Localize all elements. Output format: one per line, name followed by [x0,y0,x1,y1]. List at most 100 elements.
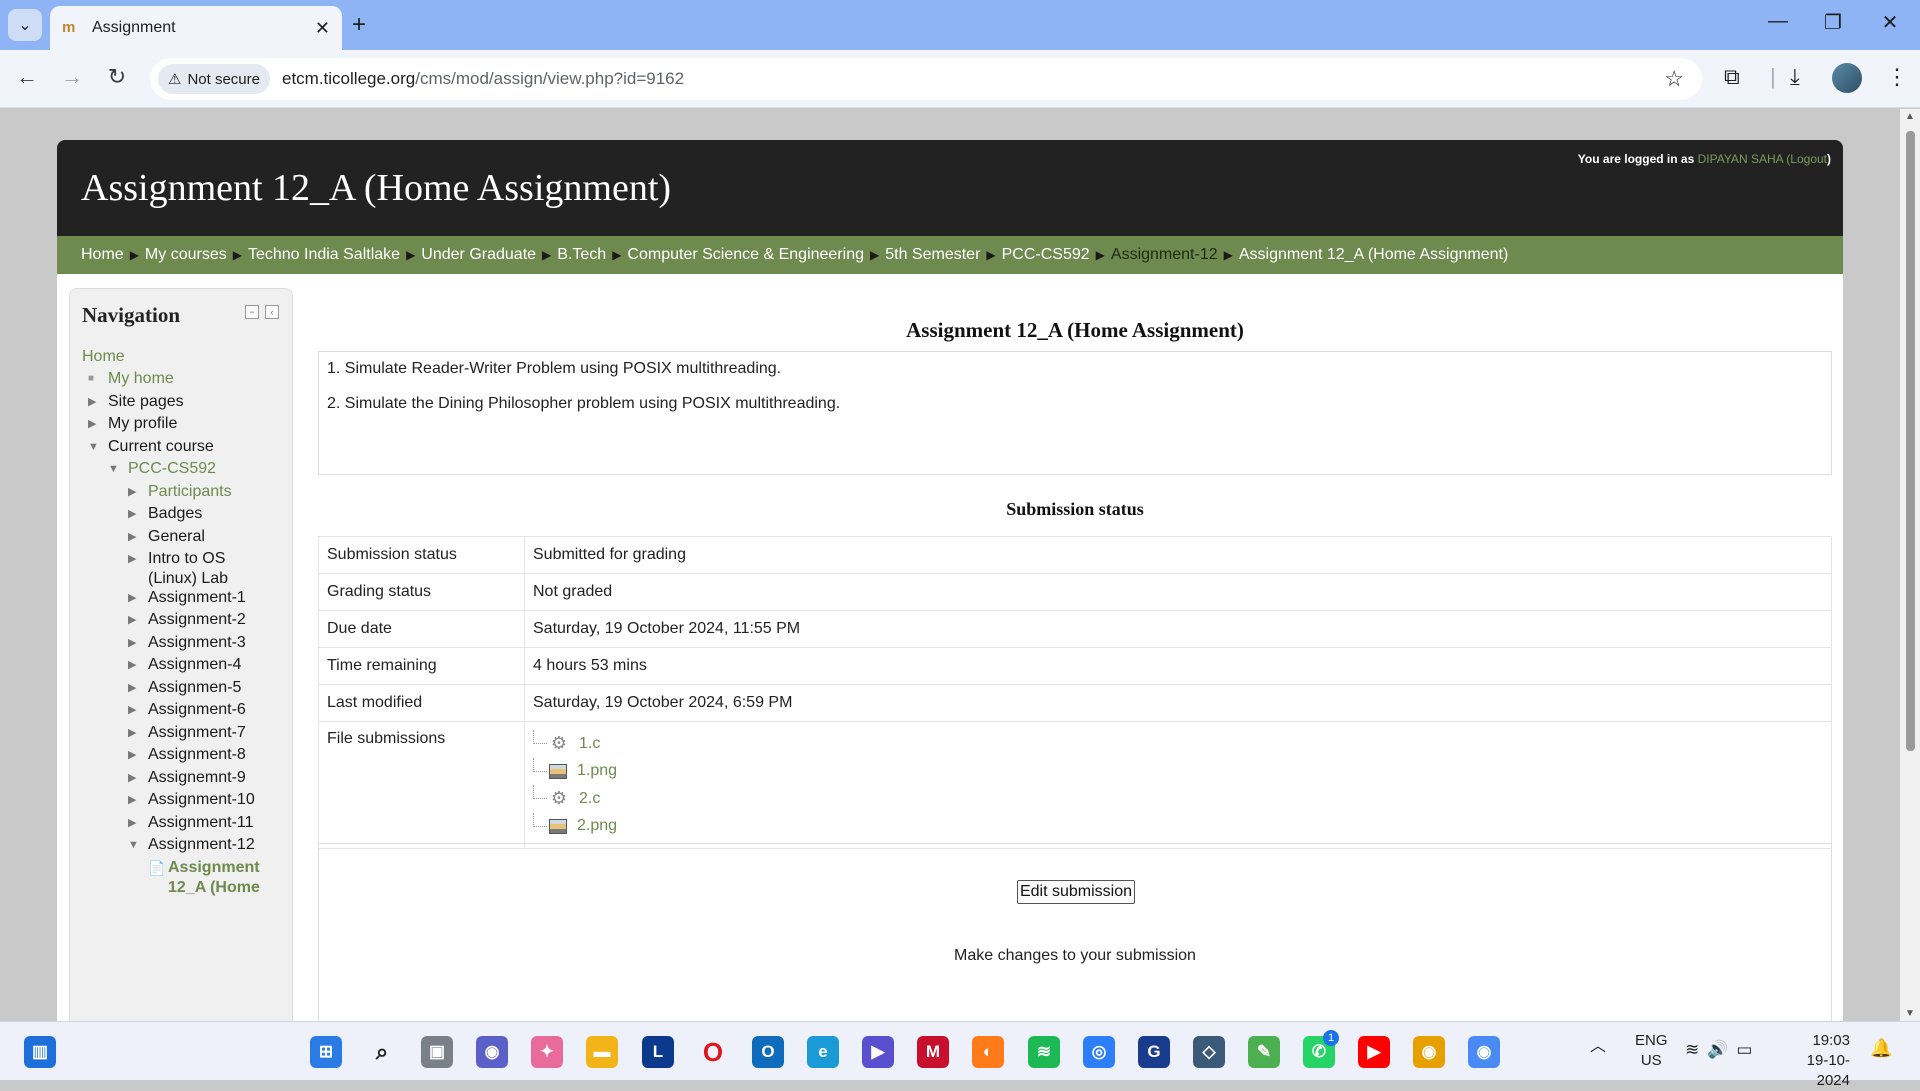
edit-submission-button[interactable]: Edit submission [1017,880,1135,904]
minimize-icon[interactable]: — [1758,10,1798,33]
virtualbox-icon[interactable]: ◇ [1193,1036,1225,1068]
nav-assignment-1-label: Assignment-1 [148,589,246,606]
nav-home[interactable]: Home [82,347,125,367]
row-label: Time remaining [318,647,525,685]
breadcrumb-techno-india[interactable]: Techno India Saltlake [248,246,400,264]
nav-assignment-3[interactable]: ▶ Assignment-3 [128,633,246,653]
mcafee-icon[interactable]: M [917,1036,949,1068]
breadcrumb-my-courses[interactable]: My courses [145,246,227,264]
spotify-icon[interactable]: ≋ [1028,1036,1060,1068]
task-view-icon[interactable]: ▣ [421,1036,453,1068]
breadcrumb-assignment-12[interactable]: Assignment-12 [1111,246,1218,264]
nav-site-pages[interactable]: ▶ Site pages [88,392,184,412]
nav-badges[interactable]: ▶ Badges [128,504,202,524]
nav-my-home[interactable]: ■ My home [88,369,174,389]
back-arrow-icon[interactable]: ← [12,64,42,90]
more-menu-icon[interactable]: ⋮ [1886,64,1908,90]
search-icon[interactable]: ⌕ [366,1036,398,1068]
nav-assignment-5[interactable]: ▶ Assignmen-5 [128,678,241,698]
nav-course-code[interactable]: ▼ PCC-CS592 [108,459,216,479]
breadcrumb-cse[interactable]: Computer Science & Engineering [627,246,864,264]
file-link[interactable]: 2.png [577,817,617,835]
reload-icon[interactable]: ↻ [102,64,132,90]
breadcrumb-course[interactable]: PCC-CS592 [1002,246,1090,264]
chrome-active-icon[interactable]: ◉ [1468,1036,1500,1068]
volume-icon: 🔊 [1707,1040,1737,1059]
show-hidden-icons-chevron-icon[interactable]: ︿ [1590,1032,1606,1056]
start-windows-icon[interactable]: ⊞ [310,1036,342,1068]
page-scrollbar[interactable]: ▲ ▼ [1900,109,1920,1021]
file-explorer-icon[interactable]: ▬ [586,1036,618,1068]
nav-assignment-4-label: Assignmen-4 [148,656,242,673]
opera-icon[interactable]: O [697,1036,729,1068]
nav-assignment-1[interactable]: ▶ Assignment-1 [128,588,246,608]
close-icon[interactable]: ✕ [315,18,330,39]
edge-icon[interactable]: e [807,1036,839,1068]
logout-link[interactable]: Logout [1790,152,1827,166]
table-row: Due date Saturday, 19 October 2024, 11:55… [318,610,1832,648]
widgets-icon[interactable]: ▥ [24,1036,56,1068]
file-link[interactable]: 1.c [579,735,600,753]
nav-current-assignment[interactable]: 📄 Assignment 12_A (Home [148,858,260,898]
firefox-icon[interactable]: ◐ [972,1036,1004,1068]
game-app-icon[interactable]: ✎ [1248,1036,1280,1068]
nav-assignment-2[interactable]: ▶ Assignment-2 [128,610,246,630]
dock-icon[interactable]: ‹ [265,305,279,319]
copilot-icon[interactable]: ✦ [531,1036,563,1068]
scrollbar-thumb[interactable] [1906,131,1915,751]
breadcrumb-under-graduate[interactable]: Under Graduate [421,246,536,264]
outlook-icon[interactable]: O [752,1036,784,1068]
tray-icons[interactable]: ≋🔊▭ [1685,1040,1760,1060]
notification-bell-icon[interactable]: 🔔 [1870,1038,1892,1059]
tab-search-button[interactable]: ⌄ [8,9,42,41]
clock[interactable]: 19:03 19-10-2024 [1780,1031,1850,1091]
restore-icon[interactable]: ❐ [1813,10,1853,35]
collapse-icon[interactable]: − [245,305,259,319]
file-link[interactable]: 2.c [579,790,600,808]
browser-tab[interactable]: m Assignment ✕ [50,6,342,50]
nav-assignment-10[interactable]: ▶ Assignment-10 [128,790,255,810]
l-app-icon[interactable]: L [642,1036,674,1068]
url-text[interactable]: etcm.ticollege.org/cms/mod/assign/view.p… [282,69,684,89]
breadcrumb-separator: ▶ [232,248,242,262]
nav-assignment-6[interactable]: ▶ Assignment-6 [128,700,246,720]
user-name-link[interactable]: DIPAYAN SAHA [1698,152,1783,166]
security-chip[interactable]: ⚠ Not secure [158,64,270,94]
collapse-arrow-icon: ▼ [128,839,139,851]
nav-assignment-8[interactable]: ▶ Assignment-8 [128,745,246,765]
profile-avatar[interactable] [1832,63,1862,93]
extensions-icon[interactable]: ⧉ [1724,64,1740,90]
nav-assignment-7[interactable]: ▶ Assignment-7 [128,723,246,743]
breadcrumb-home[interactable]: Home [81,246,124,264]
nav-general[interactable]: ▶ General [128,527,205,547]
window-close-icon[interactable]: ✕ [1870,10,1910,35]
forward-arrow-icon[interactable]: → [57,64,87,90]
nav-my-profile[interactable]: ▶ My profile [88,414,177,434]
teams-chat-icon[interactable]: ◉ [476,1036,508,1068]
browser-app-icon[interactable]: ◎ [1083,1036,1115,1068]
navigation-heading: Navigation [82,303,181,327]
g-app-icon[interactable]: G [1138,1036,1170,1068]
file-link[interactable]: 1.png [577,762,617,780]
breadcrumb-5th-semester[interactable]: 5th Semester [885,246,980,264]
nav-participants[interactable]: ▶ Participants [128,482,232,502]
scroll-up-icon[interactable]: ▲ [1905,111,1915,122]
new-tab-button[interactable]: + [352,11,366,39]
nav-current-course[interactable]: ▼ Current course [88,437,214,457]
bookmark-star-icon[interactable]: ☆ [1664,66,1684,92]
table-row: Last modified Saturday, 19 October 2024, … [318,684,1832,722]
scroll-down-icon[interactable]: ▼ [1905,1008,1915,1019]
youtube-icon[interactable]: ▶ [1358,1036,1390,1068]
nav-intro-os[interactable]: ▶ Intro to OS (Linux) Lab [128,549,228,589]
address-bar[interactable]: ⚠ Not secure etcm.ticollege.org/cms/mod/… [150,58,1702,100]
language-indicator[interactable]: ENG US [1635,1031,1668,1071]
chrome-icon[interactable]: ◉ [1413,1036,1445,1068]
nav-assignment-4[interactable]: ▶ Assignmen-4 [128,655,242,675]
download-icon[interactable]: ⤓ [1790,64,1800,90]
media-player-icon[interactable]: ▶ [862,1036,894,1068]
nav-assignment-11[interactable]: ▶ Assignment-11 [128,813,254,833]
nav-assignment-12[interactable]: ▼ Assignment-12 [128,835,255,855]
nav-assignment-9[interactable]: ▶ Assignemnt-9 [128,768,246,788]
security-label: Not secure [187,70,260,88]
breadcrumb-btech[interactable]: B.Tech [557,246,606,264]
